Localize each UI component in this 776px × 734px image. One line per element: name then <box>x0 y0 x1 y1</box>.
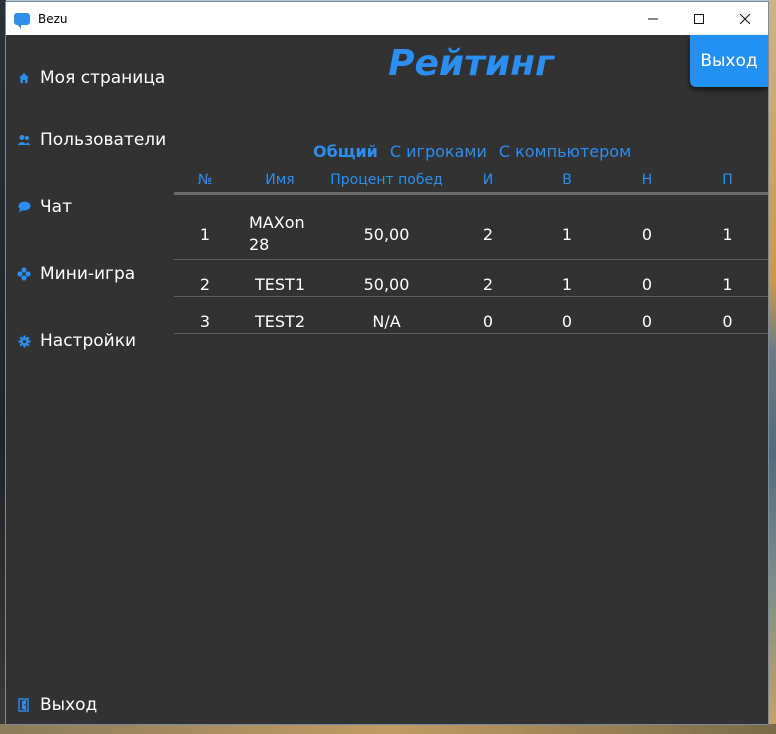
close-button[interactable] <box>722 2 768 35</box>
users-icon <box>17 133 31 147</box>
header-name[interactable]: Имя <box>236 172 324 188</box>
sidebar-item-settings[interactable]: Настройки <box>6 326 136 356</box>
sidebar-item-label: Мини-игра <box>40 264 136 284</box>
table-row[interactable]: 3 TEST2 N/A 0 0 0 0 <box>174 297 768 334</box>
cell-draws: 0 <box>641 312 653 331</box>
app-logo-icon <box>14 12 30 29</box>
main-content: Рейтинг Выход Общий С игроками С компьют… <box>174 35 768 724</box>
cell-win-percent: 50,00 <box>363 225 410 244</box>
header-games[interactable]: И <box>449 172 527 188</box>
sidebar-item-label: Выход <box>40 695 98 715</box>
sidebar-item-users[interactable]: Пользователи <box>6 125 166 155</box>
table-header: № Имя Процент побед И В Н П <box>174 172 768 195</box>
exit-icon <box>17 698 31 712</box>
cell-win-percent: N/A <box>372 312 401 331</box>
minimize-icon <box>648 18 658 19</box>
cell-draws: 0 <box>641 225 653 244</box>
window-title: Bezu <box>38 11 68 26</box>
sidebar-item-mini-game[interactable]: Мини-игра <box>6 259 135 289</box>
cell-draws: 0 <box>641 275 653 294</box>
cell-games: 2 <box>482 275 494 294</box>
game-icon <box>17 267 31 281</box>
header-draws[interactable]: Н <box>607 172 687 188</box>
header-win-percent[interactable]: Процент побед <box>324 172 449 188</box>
logout-button[interactable]: Выход <box>690 35 768 87</box>
cell-name: TEST1 <box>255 275 305 294</box>
cell-win-percent: 50,00 <box>363 275 410 294</box>
cell-games: 2 <box>482 225 494 244</box>
maximize-icon <box>694 13 704 24</box>
desktop-wallpaper-right <box>768 0 776 734</box>
cell-name: TEST2 <box>255 312 305 331</box>
cell-wins: 0 <box>561 312 573 331</box>
table-row[interactable]: 1 MAXon 28 50,00 2 1 0 1 <box>174 195 768 260</box>
cell-losses: 1 <box>722 275 733 294</box>
sidebar-item-label: Чат <box>40 197 72 217</box>
header-number[interactable]: № <box>174 172 236 188</box>
sidebar-item-label: Настройки <box>40 331 137 351</box>
sidebar-item-my-page[interactable]: Моя страница <box>6 63 165 93</box>
cell-number: 2 <box>199 275 211 294</box>
window-controls <box>630 2 768 35</box>
minimize-button[interactable] <box>630 2 676 35</box>
cell-number: 1 <box>199 225 211 244</box>
sidebar-item-label: Пользователи <box>40 130 167 150</box>
title-bar[interactable]: Bezu <box>6 2 768 35</box>
sidebar-item-label: Моя страница <box>40 68 166 88</box>
cell-games: 0 <box>482 312 494 331</box>
chat-icon <box>17 200 31 214</box>
cell-wins: 1 <box>561 225 573 244</box>
cell-losses: 0 <box>722 312 733 331</box>
cell-number: 3 <box>199 312 211 331</box>
gear-icon <box>17 334 31 348</box>
sidebar: Моя страница Пользователи Чат Мини-игра … <box>6 35 174 724</box>
rating-tabs: Общий С игроками С компьютером <box>313 142 631 161</box>
table-row[interactable]: 2 TEST1 50,00 2 1 0 1 <box>174 260 768 297</box>
header-wins[interactable]: В <box>527 172 607 188</box>
tab-with-computer[interactable]: С компьютером <box>499 142 631 161</box>
sidebar-item-chat[interactable]: Чат <box>6 192 72 222</box>
cell-losses: 1 <box>722 225 733 244</box>
header-losses[interactable]: П <box>687 172 768 188</box>
cell-wins: 1 <box>561 275 573 294</box>
rating-table: № Имя Процент побед И В Н П 1 MAXon 28 5… <box>174 172 768 334</box>
tab-with-players[interactable]: С игроками <box>390 142 487 161</box>
cell-name: MAXon 28 <box>249 213 305 254</box>
sidebar-item-logout[interactable]: Выход <box>6 690 97 720</box>
close-icon <box>740 13 750 24</box>
page-title: Рейтинг <box>388 43 554 84</box>
home-icon <box>17 71 31 85</box>
tab-general[interactable]: Общий <box>313 142 378 161</box>
desktop-wallpaper-bottom <box>0 724 776 734</box>
maximize-button[interactable] <box>676 2 722 35</box>
app-window: Bezu Моя страница Пользователи Чат Мини-… <box>6 2 768 724</box>
